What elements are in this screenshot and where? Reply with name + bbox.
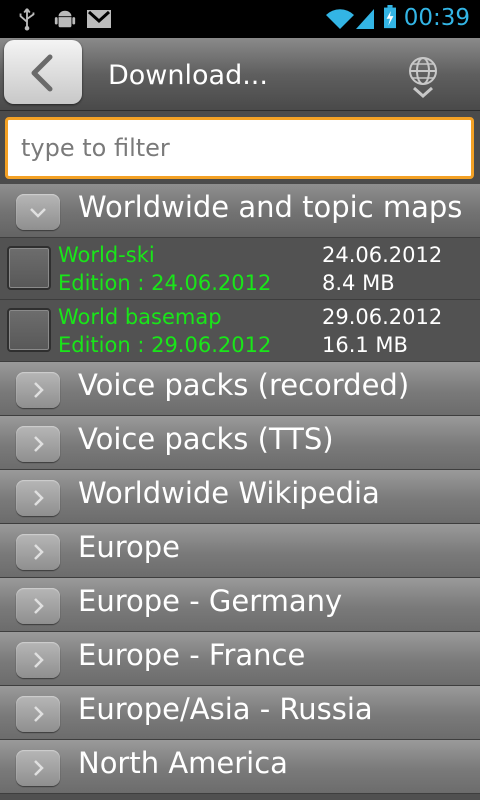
- expand-toggle[interactable]: [16, 696, 60, 732]
- group-europe-france[interactable]: Europe - France: [0, 632, 480, 686]
- item-checkbox[interactable]: [7, 308, 51, 352]
- chevron-right-icon: [34, 598, 44, 614]
- status-bar: 00:39: [0, 0, 480, 38]
- chevron-right-icon: [34, 490, 44, 506]
- item-name: World-ski: [58, 243, 155, 267]
- globe-download-icon[interactable]: [406, 56, 440, 100]
- group-voice-recorded[interactable]: Voice packs (recorded): [0, 362, 480, 416]
- expand-toggle[interactable]: [16, 372, 60, 408]
- group-label: Europe: [78, 530, 180, 564]
- expand-toggle[interactable]: [16, 588, 60, 624]
- signal-icon: [356, 9, 374, 29]
- group-label: Voice packs (TTS): [78, 422, 334, 456]
- item-checkbox[interactable]: [7, 246, 51, 290]
- item-size: 8.4 MB: [322, 271, 395, 295]
- group-label: Europe - Germany: [78, 584, 343, 618]
- item-name: World basemap: [58, 305, 222, 329]
- expand-toggle[interactable]: [16, 642, 60, 678]
- expand-toggle[interactable]: [16, 480, 60, 516]
- item-edition: Edition : 29.06.2012: [58, 333, 272, 357]
- group-wikipedia[interactable]: Worldwide Wikipedia: [0, 470, 480, 524]
- chevron-right-icon: [34, 436, 44, 452]
- chevron-down-icon: [30, 208, 46, 218]
- expand-toggle[interactable]: [16, 750, 60, 786]
- action-bar: Download...: [0, 38, 480, 111]
- usb-icon: [19, 8, 35, 31]
- chevron-right-icon: [34, 544, 44, 560]
- group-north-america[interactable]: North America: [0, 740, 480, 794]
- filter-bar: type to filter: [0, 111, 480, 184]
- chevron-right-icon: [34, 706, 44, 722]
- group-europe[interactable]: Europe: [0, 524, 480, 578]
- group-europe-germany[interactable]: Europe - Germany: [0, 578, 480, 632]
- filter-input[interactable]: type to filter: [5, 117, 474, 179]
- group-label: North America: [78, 746, 288, 780]
- wifi-icon: [326, 9, 354, 29]
- chevron-right-icon: [34, 760, 44, 776]
- expand-toggle[interactable]: [16, 194, 60, 230]
- expand-toggle[interactable]: [16, 426, 60, 462]
- group-label: Europe - France: [78, 638, 306, 672]
- group-label: Worldwide and topic maps: [78, 190, 463, 224]
- android-debug-icon: [54, 10, 76, 28]
- list-item[interactable]: World basemap Edition : 29.06.2012 29.06…: [0, 300, 480, 362]
- page-title: Download...: [108, 60, 268, 91]
- list-item[interactable]: World-ski Edition : 24.06.2012 24.06.201…: [0, 238, 480, 300]
- chevron-right-icon: [34, 652, 44, 668]
- group-label: Europe/Asia - Russia: [78, 692, 373, 726]
- item-date: 24.06.2012: [322, 243, 443, 267]
- battery-charging-icon: [384, 5, 396, 29]
- group-label: Worldwide Wikipedia: [78, 476, 380, 510]
- gmail-icon: [87, 10, 111, 28]
- chevron-right-icon: [34, 382, 44, 398]
- item-edition: Edition : 24.06.2012: [58, 271, 272, 295]
- clock: 00:39: [403, 5, 470, 31]
- back-button[interactable]: [4, 40, 82, 104]
- expand-toggle[interactable]: [16, 534, 60, 570]
- group-worldwide-maps[interactable]: Worldwide and topic maps: [0, 184, 480, 238]
- item-size: 16.1 MB: [322, 333, 408, 357]
- group-europe-asia-russia[interactable]: Europe/Asia - Russia: [0, 686, 480, 740]
- group-label: Voice packs (recorded): [78, 368, 410, 402]
- group-voice-tts[interactable]: Voice packs (TTS): [0, 416, 480, 470]
- chevron-left-icon: [31, 54, 53, 92]
- item-date: 29.06.2012: [322, 305, 443, 329]
